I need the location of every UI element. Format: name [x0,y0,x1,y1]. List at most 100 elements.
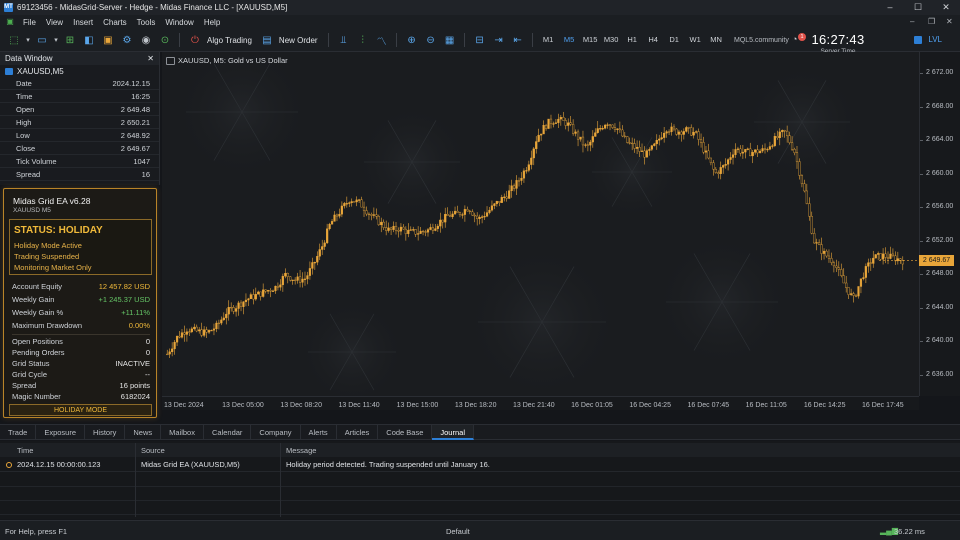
menu-tools[interactable]: Tools [132,18,161,27]
candle [547,118,550,129]
tile-windows-icon[interactable]: ⊟ [471,31,489,49]
price-axis[interactable]: 2 672.00 2 668.00 2 664.00 2 660.00 2 656.00… [919,52,960,396]
mdi-minimize-button[interactable]: – [910,15,914,29]
candlestick-chart-icon[interactable]: ⫶ [354,31,372,49]
candle [537,134,540,142]
menu-window[interactable]: Window [160,18,198,27]
candle [412,229,415,231]
candle [481,216,484,218]
candle [677,131,681,135]
data-row-close: Close 2 649.67 [0,142,159,155]
timeframe-m1[interactable]: M1 [538,33,559,47]
data-key: Spread [16,169,41,179]
market-watch-icon[interactable]: ⊞ [61,31,79,49]
profiles-icon[interactable]: ▭ [33,31,51,49]
timeframe-w1[interactable]: W1 [685,33,706,47]
price-chart[interactable] [162,42,919,407]
status-profile[interactable]: Default [446,527,470,536]
menu-help[interactable]: Help [199,18,225,27]
lvl-button[interactable]: LVL [914,35,942,44]
candle [215,322,218,330]
candle [830,258,833,263]
grid-icon[interactable]: ▦ [441,31,459,49]
candle [392,225,395,230]
menu-charts[interactable]: Charts [98,18,132,27]
data-window-close-button[interactable]: ✕ [147,54,154,63]
app-icon: MT [4,3,13,12]
timeframe-h1[interactable]: H1 [622,33,643,47]
timeframe-mn[interactable]: MN [706,33,727,47]
status-ping[interactable]: 36.22 ms [894,527,925,536]
mdi-restore-button[interactable]: ❐ [928,15,935,29]
experts-icon[interactable]: ⚙ [118,31,136,49]
column-time[interactable]: Time [17,446,33,455]
zoom-in-icon[interactable]: ⊕ [403,31,421,49]
mdi-close-button[interactable]: ✕ [946,15,953,29]
journal-row[interactable]: 2024.12.15 00:00:00.123 Midas Grid EA (X… [0,458,960,472]
chart-area[interactable] [162,42,919,407]
candle [864,266,867,278]
zoom-out-icon[interactable]: ⊖ [422,31,440,49]
tab-exposure[interactable]: Exposure [36,424,86,440]
metric-key: Maximum Drawdown [12,321,83,330]
timeframe-m30[interactable]: M30 [601,33,622,47]
candle [453,210,457,215]
tab-trade[interactable]: Trade [0,424,37,440]
menu-insert[interactable]: Insert [68,18,98,27]
minimize-button[interactable]: – [876,0,904,15]
tab-history[interactable]: History [85,424,126,440]
candle [247,298,250,301]
column-message[interactable]: Message [286,446,316,455]
tab-mailbox[interactable]: Mailbox [161,424,204,440]
chevron-down-icon[interactable]: ▾ [24,31,32,49]
chevron-down-icon[interactable]: ▾ [52,31,60,49]
new-order-button[interactable]: New Order [279,36,318,45]
tab-alerts[interactable]: Alerts [301,424,337,440]
candle [675,128,678,135]
maximize-button[interactable]: ☐ [904,0,932,15]
timeframe-m5[interactable]: M5 [559,33,580,47]
strategy-tester-icon[interactable]: ◉ [137,31,155,49]
new-order-icon[interactable]: ▤ [258,31,276,49]
candle [323,242,326,247]
column-source[interactable]: Source [141,446,165,455]
vps-icon[interactable]: ⊙ [156,31,174,49]
shopping-bag-icon[interactable]: ▣ [99,31,117,49]
algo-trading-button[interactable]: Algo Trading [207,36,252,45]
candle [758,150,762,154]
y-tick-label: 2 664.00 [926,136,954,144]
time-axis[interactable]: 13 Dec 2024 13 Dec 05:00 13 Dec 08:20 13 De… [162,396,919,410]
line-chart-icon[interactable]: 〽 [373,31,391,49]
menu-file[interactable]: File [18,18,41,27]
autoscroll-icon[interactable]: ⇥ [490,31,508,49]
close-button[interactable]: ✕ [932,0,960,15]
tab-journal[interactable]: Journal [432,424,474,440]
candle [734,149,737,155]
holiday-mode-button[interactable]: HOLIDAY MODE [9,404,152,416]
menu-view[interactable]: View [41,18,68,27]
tab-news[interactable]: News [125,424,162,440]
timeframe-d1[interactable]: D1 [664,33,685,47]
candle [618,128,621,131]
new-chart-icon[interactable]: ⬚ [5,31,23,49]
notifications-button[interactable]: ◔ 1 [792,33,806,44]
ea-status-line: Holiday Mode Active [14,241,82,250]
timeframe-h4[interactable]: H4 [643,33,664,47]
algo-trading-icon[interactable]: ⏻ [186,31,204,49]
candle [217,322,220,325]
mql5-community-link[interactable]: MQL5.community [734,37,789,44]
chart-shift-icon[interactable]: ⇤ [509,31,527,49]
tab-code-base[interactable]: Code Base [378,424,433,440]
candle [650,145,653,150]
menu-app-icon[interactable]: ▣ [4,17,16,27]
candle [284,273,287,277]
journal-source: Midas Grid EA (XAUUSD,M5) [141,460,240,469]
tab-calendar[interactable]: Calendar [204,424,252,440]
tab-articles[interactable]: Articles [337,424,379,440]
bar-chart-icon[interactable]: ⫫ [335,31,353,49]
tab-company[interactable]: Company [251,424,301,440]
data-window-icon[interactable]: ◧ [80,31,98,49]
timeframe-m15[interactable]: M15 [580,33,601,47]
candle [330,221,334,225]
candle [375,214,378,217]
